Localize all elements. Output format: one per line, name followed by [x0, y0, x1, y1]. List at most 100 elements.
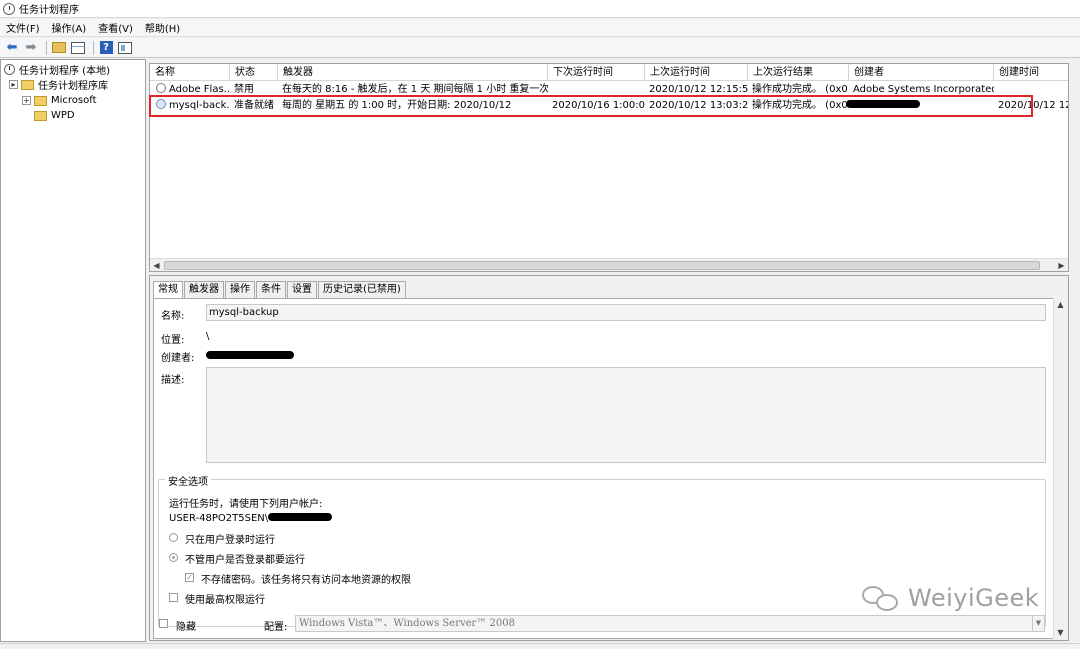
column-header-name[interactable]: 名称 — [150, 64, 230, 81]
radio-run-logged-on-label: 只在用户登录时运行 — [185, 535, 275, 546]
tab-settings[interactable]: 设置 — [287, 281, 317, 298]
checkbox-hidden[interactable] — [159, 619, 168, 628]
scroll-down-icon[interactable]: ▼ — [1054, 626, 1067, 639]
configure-label: 配置: — [264, 622, 288, 633]
location-label: 位置: — [161, 335, 185, 346]
watermark-text: WeiyiGeek — [908, 584, 1040, 612]
column-header-status[interactable]: 状态 — [230, 64, 278, 81]
hidden-label: 隐藏 — [176, 622, 196, 633]
toolbar-separator — [46, 40, 47, 55]
author-label: 创建者: — [161, 353, 195, 364]
task-scheduler-clock-icon — [3, 2, 15, 15]
tab-triggers[interactable]: 触发器 — [184, 281, 224, 298]
window-title: 任务计划程序 — [19, 5, 79, 16]
tree-item-task-scheduler-local[interactable]: 任务计划程序 (本地) — [4, 62, 110, 77]
cell-last-run: 2020/10/12 12:15:59 — [649, 84, 748, 95]
configure-for-select[interactable]: Windows Vista™、Windows Server™ 2008 ▼ — [295, 615, 1045, 632]
column-header-last-result[interactable]: 上次运行结果 — [748, 64, 849, 81]
status-bar — [0, 643, 1080, 649]
checkbox-do-not-store-password[interactable]: ✓ — [185, 573, 194, 582]
cell-name: mysql-back... — [152, 98, 230, 113]
show-hide-console-tree-icon[interactable] — [70, 40, 86, 56]
title-bar: 任务计划程序 — [0, 0, 1080, 18]
details-tabs: 常规 触发器 操作 条件 设置 历史记录(已禁用) — [153, 281, 407, 299]
watermark: WeiyiGeek — [862, 584, 1039, 612]
radio-run-logged-on[interactable] — [169, 533, 178, 542]
cell-status: 禁用 — [234, 84, 254, 95]
tree-item-microsoft[interactable]: + Microsoft — [22, 93, 97, 108]
up-folder-icon[interactable] — [51, 40, 67, 56]
scroll-up-icon[interactable]: ▲ — [1054, 298, 1067, 311]
scroll-left-icon[interactable]: ◀ — [150, 259, 163, 271]
menu-help[interactable]: 帮助(H) — [145, 20, 180, 35]
menu-view[interactable]: 查看(V) — [98, 20, 133, 35]
tab-general[interactable]: 常规 — [153, 281, 183, 299]
cell-trigger: 每周的 星期五 的 1:00 时，开始日期: 2020/10/12 — [282, 100, 512, 111]
forward-arrow-icon[interactable]: ➡ — [23, 40, 39, 56]
horizontal-scrollbar[interactable]: ◀ ▶ — [150, 258, 1068, 271]
cell-last-run: 2020/10/12 13:03:24 — [649, 100, 748, 111]
menu-file[interactable]: 文件(F) — [6, 20, 40, 35]
radio-run-whether-logged-on[interactable] — [169, 553, 178, 562]
column-header-created[interactable]: 创建时间 — [994, 64, 1068, 81]
folder-icon — [21, 79, 34, 90]
cell-trigger: 在每天的 8:16 - 触发后，在 1 天 期间每隔 1 小时 重复一次。 — [282, 84, 548, 95]
highest-privileges-label: 使用最高权限运行 — [185, 595, 265, 606]
toolbar-separator — [93, 40, 94, 55]
task-name-field[interactable]: mysql-backup — [206, 304, 1046, 321]
user-account-value: USER-48PO2T5SEN\ — [169, 513, 333, 524]
account-prefix: USER-48PO2T5SEN\ — [169, 513, 269, 524]
menu-bar: 文件(F) 操作(A) 查看(V) 帮助(H) — [0, 19, 1080, 37]
clock-icon — [4, 64, 15, 75]
cell-created — [994, 82, 1068, 97]
cell-name-text: Adobe Flas... — [169, 84, 230, 95]
cell-author: Adobe Systems Incorporated — [853, 84, 994, 95]
configure-for-value: Windows Vista™、Windows Server™ 2008 — [299, 618, 515, 629]
console-tree: 任务计划程序 (本地) ▸ 任务计划程序库 + Microsoft WPD — [0, 59, 146, 642]
description-label: 描述: — [161, 375, 185, 386]
menu-action[interactable]: 操作(A) — [52, 20, 87, 35]
back-arrow-icon[interactable]: ⬅ — [4, 40, 20, 56]
account-redaction-mark — [268, 513, 333, 521]
column-header-triggers[interactable]: 触发器 — [278, 64, 548, 81]
action-pane-icon[interactable] — [117, 40, 133, 56]
column-header-last-run[interactable]: 上次运行时间 — [645, 64, 748, 81]
vertical-scrollbar[interactable]: ▲ ▼ — [1053, 298, 1066, 639]
folder-icon — [34, 110, 47, 121]
help-icon[interactable]: ? — [98, 40, 114, 56]
tab-actions[interactable]: 操作 — [225, 281, 255, 298]
security-options-title: 安全选项 — [165, 473, 211, 488]
radio-run-whether-logged-on-label: 不管用户是否登录都要运行 — [185, 555, 305, 566]
column-header-author[interactable]: 创建者 — [849, 64, 994, 81]
tree-item-label: 任务计划程序库 — [38, 81, 108, 92]
do-not-store-password-label: 不存储密码。该任务将只有访问本地资源的权限 — [201, 575, 411, 586]
run-as-text: 运行任务时，请使用下列用户帐户: — [169, 499, 323, 510]
description-field[interactable] — [206, 367, 1046, 463]
task-clock-icon — [156, 83, 166, 93]
redaction-mark — [846, 100, 920, 108]
wechat-logo-icon — [862, 584, 902, 612]
author-redaction-mark — [206, 351, 294, 359]
cell-created: 2020/10/12 12: — [998, 100, 1069, 111]
tree-item-wpd[interactable]: WPD — [34, 108, 75, 123]
task-list: 名称 状态 触发器 下次运行时间 上次运行时间 上次运行结果 创建者 创建时间 … — [149, 63, 1069, 272]
tree-item-label: Microsoft — [51, 95, 97, 106]
cell-name: Adobe Flas... — [152, 82, 230, 97]
expander-plus-icon[interactable]: + — [22, 96, 31, 105]
column-header-next-run[interactable]: 下次运行时间 — [548, 64, 645, 81]
checkbox-highest-privileges[interactable] — [169, 593, 178, 602]
tab-conditions[interactable]: 条件 — [256, 281, 286, 298]
location-value: \ — [206, 331, 210, 342]
chevron-down-icon[interactable]: ▼ — [1032, 616, 1044, 631]
name-label: 名称: — [161, 311, 185, 322]
tree-item-task-library[interactable]: ▸ 任务计划程序库 — [9, 77, 108, 92]
tab-history[interactable]: 历史记录(已禁用) — [318, 281, 406, 298]
cell-next-run: 2020/10/16 1:00:00 — [552, 100, 645, 111]
folder-icon — [34, 95, 47, 106]
cell-author — [842, 98, 922, 113]
expander-icon[interactable]: ▸ — [9, 80, 18, 89]
scroll-right-icon[interactable]: ▶ — [1055, 259, 1068, 271]
toolbar: ⬅ ➡ ? — [0, 38, 1080, 58]
cell-last-result: 操作成功完成。 (0x0) — [752, 100, 849, 111]
scrollbar-thumb[interactable] — [164, 261, 1040, 270]
